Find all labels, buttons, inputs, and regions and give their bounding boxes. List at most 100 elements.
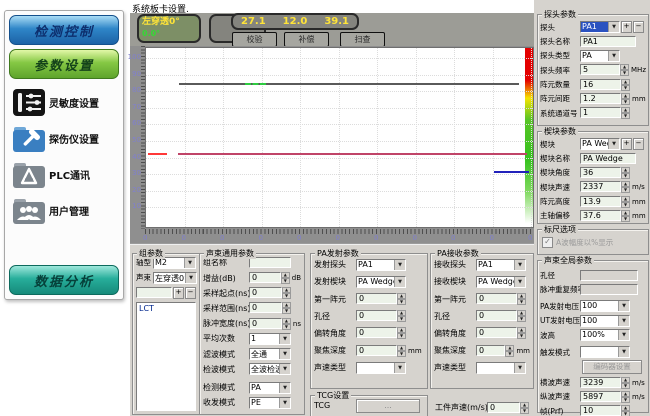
remove-button[interactable]: − (185, 287, 196, 299)
spin-down-icon[interactable]: ▼ (621, 411, 630, 416)
spinner-input[interactable]: 0 (356, 345, 397, 356)
sample-start-spinner[interactable]: 0▲▼ (249, 287, 291, 299)
gate-a-selection[interactable] (245, 83, 266, 85)
spinner-buttons[interactable]: ▲▼ (621, 107, 630, 119)
spin-down-icon[interactable]: ▼ (397, 351, 406, 357)
plot-area[interactable] (145, 47, 534, 228)
spin-down-icon[interactable]: ▼ (621, 202, 630, 208)
aperture-spinner[interactable]: 0▲▼ (476, 310, 526, 322)
spinner-input[interactable]: 16 (580, 79, 621, 90)
spinner-input[interactable]: 2337 (580, 181, 621, 192)
spin-down-icon[interactable]: ▼ (282, 293, 291, 299)
spinner-buttons[interactable]: ▲▼ (517, 310, 526, 322)
spin-down-icon[interactable]: ▼ (520, 408, 529, 414)
spin-down-icon[interactable]: ▼ (281, 278, 290, 284)
beam-dropdown[interactable]: 左穿透0°▼ (153, 272, 197, 284)
spinner-buttons[interactable]: ▲▼ (621, 196, 630, 208)
compensation-button[interactable]: 补偿 (284, 32, 329, 47)
spinner-buttons[interactable]: ▲▼ (281, 272, 290, 284)
pulse-width-spinner[interactable]: 0▲▼ (249, 318, 291, 330)
remove-button[interactable]: − (633, 21, 644, 33)
averaging-dropdown[interactable]: 1▼ (249, 333, 291, 345)
axis-offset-spinner[interactable]: 37.6▲▼ (580, 210, 630, 222)
spinner-input[interactable]: 0 (476, 327, 517, 338)
longitudinal-velocity-spinner[interactable]: 5897▲▼ (580, 391, 630, 403)
steering-angle-spinner[interactable]: 0▲▼ (476, 327, 526, 339)
spinner-buttons[interactable]: ▲▼ (621, 79, 630, 91)
spin-down-icon[interactable]: ▼ (621, 187, 630, 193)
spin-down-icon[interactable]: ▼ (397, 299, 406, 305)
spin-down-icon[interactable]: ▼ (621, 85, 630, 91)
steering-angle-spinner[interactable]: 0▲▼ (356, 327, 406, 339)
cursor-line[interactable] (494, 171, 529, 173)
spinner-input[interactable]: 37.6 (580, 210, 621, 221)
sample-range-spinner[interactable]: 0▲▼ (249, 302, 291, 314)
spinner-buttons[interactable]: ▲▼ (397, 345, 406, 357)
wedge-dropdown[interactable]: PA Wedge▼ (580, 138, 620, 150)
detect-mode-dropdown[interactable]: PA▼ (249, 382, 291, 394)
spinner-input[interactable]: 13.9 (580, 196, 621, 207)
transmit-probe-dropdown[interactable]: PA1▼ (356, 259, 406, 271)
spinner-input[interactable]: 0 (356, 327, 397, 338)
spinner-buttons[interactable]: ▲▼ (621, 93, 630, 105)
gate-a-line[interactable] (179, 83, 520, 85)
spinner-input[interactable]: 0 (356, 293, 397, 304)
spin-down-icon[interactable]: ▼ (282, 324, 291, 330)
spin-down-icon[interactable]: ▼ (620, 70, 629, 76)
spin-down-icon[interactable]: ▼ (621, 397, 630, 403)
spinner-buttons[interactable]: ▲▼ (517, 293, 526, 305)
spinner-buttons[interactable]: ▲▼ (621, 167, 630, 179)
spinner-input[interactable]: 0 (249, 302, 282, 313)
text-input[interactable] (249, 257, 291, 268)
pa-voltage-dropdown[interactable]: 100▼ (580, 300, 630, 312)
spinner-buttons[interactable]: ▲▼ (397, 293, 406, 305)
spinner-input[interactable]: 0 (249, 287, 282, 298)
spin-down-icon[interactable]: ▼ (517, 316, 526, 322)
spin-down-icon[interactable]: ▼ (397, 316, 406, 322)
spinner-buttons[interactable]: ▲▼ (621, 405, 630, 416)
focus-depth-spinner[interactable]: 0▲▼ (476, 345, 514, 357)
tx-rx-mode-dropdown[interactable]: PE▼ (249, 397, 291, 409)
shear-velocity-spinner[interactable]: 3239▲▼ (580, 377, 630, 389)
group-name-input[interactable] (136, 287, 172, 298)
gate-b-line[interactable] (178, 153, 527, 155)
first-element-spinner[interactable]: 0▲▼ (356, 293, 406, 305)
spinner-buttons[interactable]: ▲▼ (621, 391, 630, 403)
spinner-buttons[interactable]: ▲▼ (621, 181, 630, 193)
velocity-type-dropdown[interactable]: ▼ (356, 362, 406, 374)
wedge-name-input[interactable]: PA Wedge (580, 153, 636, 164)
spinner-input[interactable]: 10 (580, 405, 621, 416)
sidebar-button-data-analysis[interactable]: 数据分析 (9, 265, 119, 295)
remove-button[interactable]: − (633, 138, 644, 150)
sidebar-button-detection-control[interactable]: 检测控制 (9, 15, 119, 45)
spinner-input[interactable]: 0 (356, 310, 397, 321)
probe-type-dropdown[interactable]: PA▼ (580, 50, 620, 62)
spinner-input[interactable]: 36 (580, 167, 621, 178)
spin-down-icon[interactable]: ▼ (282, 308, 291, 314)
add-button[interactable]: + (621, 21, 632, 33)
current-beam-status-box[interactable]: 左穿透0° 0.0° (137, 14, 201, 43)
velocity-type-dropdown[interactable]: ▼ (476, 362, 526, 374)
spin-down-icon[interactable]: ▼ (621, 173, 630, 179)
spinner-input[interactable]: 1 (580, 107, 621, 118)
frame-prf-spinner[interactable]: 10▲▼ (580, 405, 630, 416)
transmit-wedge-dropdown[interactable]: PA Wedge▼ (356, 276, 406, 288)
spin-down-icon[interactable]: ▼ (517, 299, 526, 305)
wedge-velocity-spinner[interactable]: 2337▲▼ (580, 181, 630, 193)
spinner-buttons[interactable]: ▲▼ (517, 327, 526, 339)
probe-dropdown[interactable]: PA1▼ (580, 21, 620, 33)
gate-b-left-segment[interactable] (148, 153, 167, 155)
list-item[interactable]: LCT (139, 304, 193, 313)
spinner-buttons[interactable]: ▲▼ (282, 318, 291, 330)
group-listbox[interactable]: LCT (136, 302, 196, 411)
add-button[interactable]: + (173, 287, 184, 299)
spin-down-icon[interactable]: ▼ (397, 333, 406, 339)
wave-height-dropdown[interactable]: 100%▼ (580, 329, 630, 341)
receive-probe-dropdown[interactable]: PA1▼ (476, 259, 526, 271)
spin-down-icon[interactable]: ▼ (517, 333, 526, 339)
probe-frequency-spinner[interactable]: 5▲▼ (580, 64, 629, 76)
spinner-input[interactable]: 1.2 (580, 93, 621, 104)
spinner-input[interactable]: 3239 (580, 377, 621, 388)
spinner-buttons[interactable]: ▲▼ (520, 402, 529, 414)
sidebar-button-parameter-settings[interactable]: 参数设置 (9, 49, 119, 79)
